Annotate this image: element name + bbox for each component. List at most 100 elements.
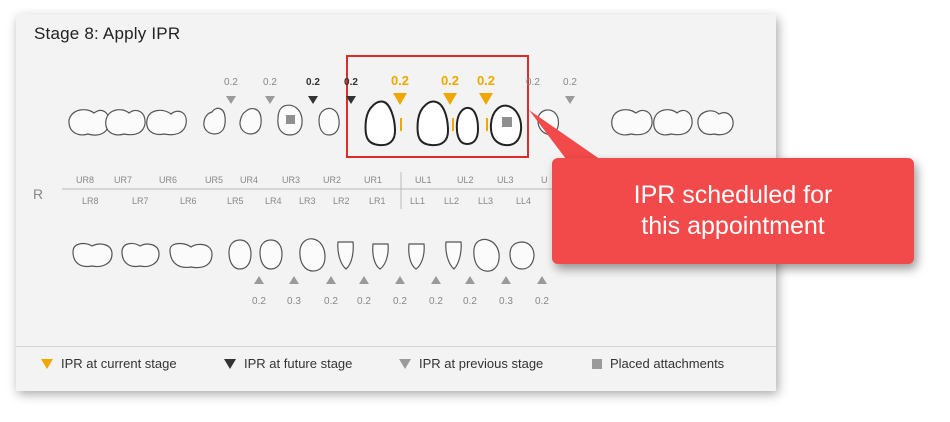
lower-ipr-value-2: 0.3 [287,296,301,307]
lower-code: LR2 [333,196,350,206]
lower-code: LR1 [369,196,386,206]
lower-ipr-value-5: 0.2 [393,296,407,307]
lower-code: LL1 [410,196,425,206]
upper-ipr-value-9: 0.2 [563,77,577,88]
legend-attachments-label: Placed attachments [610,356,725,371]
lower-code: LL3 [478,196,493,206]
ipr-previous-marker [254,276,264,284]
legend-current-label: IPR at current stage [61,356,177,371]
upper-code: UR8 [76,175,94,185]
side-label: R [33,186,43,202]
lower-ipr-value-7: 0.2 [463,296,477,307]
upper-code: UR7 [114,175,132,185]
tooth-LR8 [72,242,113,268]
attachment-UL3 [502,117,512,127]
lower-ipr-value-4: 0.2 [357,296,371,307]
upper-ipr-values: 0.2 0.2 0.2 0.2 0.2 0.2 0.2 0.2 0.2 [224,73,577,88]
ipr-previous-marker [431,276,441,284]
tooth-LL1 [408,243,425,270]
lower-code: LR8 [82,196,99,206]
legend-current: IPR at current stage [41,356,177,371]
upper-ipr-value-5: 0.2 [391,73,409,88]
tooth-LR4 [259,239,283,270]
ipr-future-marker [308,96,318,104]
tooth-LL3 [473,238,500,272]
callout-line-2: this appointment [641,212,825,240]
ipr-current-marker [479,93,493,105]
legend-previous: IPR at previous stage [399,356,543,371]
tooth-UR5 [203,107,226,135]
ipr-previous-marker [537,276,547,284]
ipr-current-marker [443,93,457,105]
current-triangle-icon [41,358,53,369]
lower-code: LL2 [444,196,459,206]
tooth-LR2 [337,241,354,270]
ipr-previous-marker [359,276,369,284]
ipr-previous-marker [326,276,336,284]
upper-code: UR2 [323,175,341,185]
ipr-previous-marker [395,276,405,284]
tooth-LR3 [299,238,326,272]
upper-ipr-value-6: 0.2 [441,73,459,88]
highlighted-teeth [364,100,523,147]
lower-ipr-value-1: 0.2 [252,296,266,307]
tooth-LR5 [228,239,252,270]
tooth-LR7 [121,242,160,268]
callout-box: IPR scheduled for this appointment [552,158,914,264]
tooth-LL4 [509,241,535,270]
lower-code: LR6 [180,196,197,206]
tooth-UR4 [239,108,262,135]
ipr-previous-marker [565,96,575,104]
ipr-previous-marker [501,276,511,284]
ipr-previous-marker [465,276,475,284]
lower-code: LL4 [516,196,531,206]
lower-ipr-value-8: 0.3 [499,296,513,307]
upper-code: UR5 [205,175,223,185]
upper-tooth-codes: UR8 UR7 UR6 UR5 UR4 UR3 UR2 UR1 UL1 UL2 … [76,175,548,185]
lower-code: LR4 [265,196,282,206]
lower-code: LR5 [227,196,244,206]
lower-ipr-triangles [254,276,547,284]
legend-attachments: Placed attachments [592,356,724,371]
lower-teeth [72,238,535,272]
future-triangle-icon [224,358,236,369]
upper-code: UR3 [282,175,300,185]
tooth-UL1 [416,100,450,147]
attachment-square-icon [592,358,602,369]
upper-ipr-value-1: 0.2 [224,77,238,88]
lower-code: LR7 [132,196,149,206]
callout-line-1: IPR scheduled for [633,181,833,209]
ipr-previous-marker [265,96,275,104]
tooth-UR2 [318,107,340,136]
lower-ipr-value-9: 0.2 [535,296,549,307]
upper-code: UR6 [159,175,177,185]
tooth-UR1 [364,100,397,147]
upper-code: UL3 [497,175,514,185]
upper-ipr-value-4: 0.2 [344,77,358,88]
legend-future: IPR at future stage [224,356,352,371]
lower-ipr-value-3: 0.2 [324,296,338,307]
ipr-previous-marker [226,96,236,104]
legend-previous-label: IPR at previous stage [419,356,544,371]
lower-code: LR3 [299,196,316,206]
previous-triangle-icon [399,358,411,369]
tooth-UR8 [68,109,110,136]
upper-ipr-value-2: 0.2 [263,77,277,88]
upper-teeth [68,104,340,136]
tooth-LL2 [445,241,462,270]
lower-ipr-values: 0.2 0.3 0.2 0.2 0.2 0.2 0.2 0.3 0.2 [252,296,549,307]
upper-code: U [541,175,548,185]
upper-code: UR1 [364,175,382,185]
tooth-UR6 [146,109,187,136]
tooth-UL7 [653,109,693,136]
legend: IPR at current stage IPR at future stage… [16,346,776,391]
upper-ipr-triangles [226,93,575,105]
upper-ipr-value-7: 0.2 [477,73,495,88]
upper-code: UR4 [240,175,258,185]
upper-teeth-left [537,109,734,136]
upper-ipr-value-8: 0.2 [526,77,540,88]
legend-future-label: IPR at future stage [244,356,353,371]
upper-ipr-value-3: 0.2 [306,77,320,88]
lower-ipr-value-6: 0.2 [429,296,443,307]
upper-code: UL1 [415,175,432,185]
